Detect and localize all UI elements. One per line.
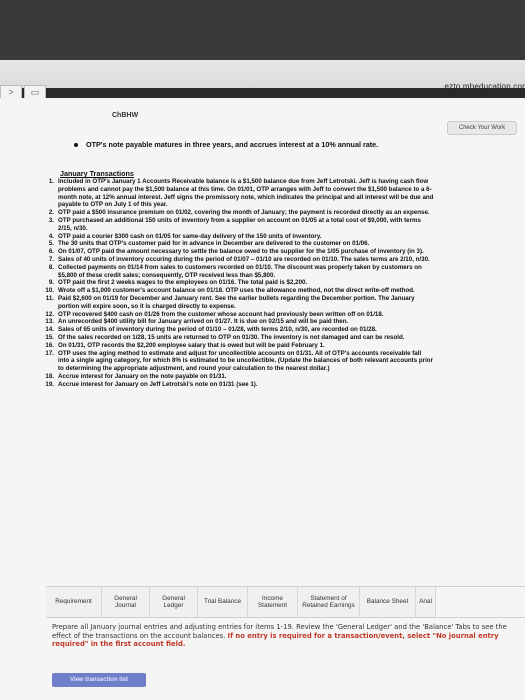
- transaction-text: Of the sales recorded on 1/28, 15 units …: [58, 333, 405, 341]
- transaction-item: 2. OTP paid a $500 insurance premium on 0…: [34, 209, 434, 217]
- transaction-number: 13.: [45, 318, 54, 326]
- note-text: OTP's note payable matures in three year…: [86, 140, 379, 149]
- transaction-number: 9.: [48, 279, 54, 287]
- transaction-number: 2.: [48, 209, 54, 217]
- url-bar[interactable]: ezto.mheducation.cor: [445, 82, 525, 91]
- transaction-item: 12. OTP recovered $400 cash on 01/26 from…: [34, 311, 434, 319]
- transaction-item: 9. OTP paid the first 2 weeks wages to th…: [34, 279, 434, 287]
- tab-income-statement[interactable]: Income Statement: [248, 587, 298, 617]
- transaction-number: 15.: [45, 333, 54, 341]
- transaction-number: 12.: [45, 310, 54, 318]
- tab-bar: Requirement General Journal General Ledger…: [46, 586, 525, 618]
- transaction-number: 6.: [48, 248, 54, 256]
- transaction-text: OTP uses the aging method to estimate an…: [58, 349, 433, 373]
- transaction-item: 18. Accrue interest for January on the no…: [34, 373, 434, 381]
- transaction-text: Sales of 65 units of inventory during th…: [58, 326, 377, 334]
- transaction-number: 14.: [45, 326, 54, 334]
- header-strip: ChBHW Check Your Work: [0, 108, 525, 135]
- transaction-number: 19.: [45, 380, 54, 388]
- note-bullet: OTP's note payable matures in three year…: [74, 140, 378, 149]
- browser-chrome: [0, 0, 525, 88]
- tab-general-journal[interactable]: General Journal: [102, 587, 150, 617]
- transaction-item: 11. Paid $2,600 on 01/19 for December and…: [34, 295, 434, 311]
- active-tab[interactable]: ChBHW: [112, 112, 138, 119]
- transaction-item: 19. Accrue interest for January on Jeff L…: [34, 381, 434, 389]
- transaction-number: 8.: [48, 263, 54, 271]
- tab-statement-of-retained-earnings[interactable]: Statement of Retained Earnings: [298, 587, 360, 617]
- transaction-text: On 01/07, OTP paid the amount necessary …: [58, 248, 424, 256]
- tab-balance-sheet[interactable]: Balance Sheet: [360, 587, 416, 617]
- transaction-text: An unrecorded $400 utility bill for Janu…: [58, 318, 349, 326]
- transaction-item: 4. OTP paid a courier $300 cash on 01/05 …: [34, 233, 434, 241]
- transaction-text: The 30 units that OTP's customer paid fo…: [58, 240, 370, 248]
- transaction-number: 3.: [48, 216, 54, 224]
- transaction-number: 7.: [48, 255, 54, 263]
- check-work-button[interactable]: Check Your Work: [447, 121, 517, 135]
- transaction-number: 1.: [48, 178, 54, 185]
- transaction-item: 1. Included in OTP's January 1 Accounts R…: [34, 178, 434, 209]
- instructions: Prepare all January journal entries and …: [52, 623, 525, 649]
- transaction-text: Accrue interest for January on Jeff Letr…: [58, 380, 258, 388]
- assignment-page: ChBHW Check Your Work OTP's note payable…: [0, 98, 525, 700]
- transaction-item: 3. OTP purchased an additional 150 units …: [34, 217, 434, 233]
- tabs-icon[interactable]: ▭: [24, 85, 46, 99]
- back-icon[interactable]: >: [0, 85, 22, 99]
- transaction-item: 7. Sales of 40 units of inventory occurin…: [34, 256, 434, 264]
- tab-general-ledger[interactable]: General Ledger: [150, 587, 198, 617]
- transaction-item: 5. The 30 units that OTP's customer paid …: [34, 240, 434, 248]
- transaction-item: 6. On 01/07, OTP paid the amount necessar…: [34, 248, 434, 256]
- transaction-text: Sales of 40 units of inventory occuring …: [58, 255, 430, 263]
- transaction-number: 4.: [48, 232, 54, 240]
- transaction-number: 11.: [45, 294, 54, 302]
- transaction-text: OTP paid a $500 insurance premium on 01/…: [58, 209, 430, 217]
- transaction-number: 17.: [45, 349, 54, 357]
- browser-nav: > ▭: [0, 85, 46, 99]
- transaction-number: 10.: [45, 287, 54, 295]
- transactions-list: 1. Included in OTP's January 1 Accounts R…: [34, 178, 434, 389]
- transaction-item: 16. On 01/31, OTP records the $2,200 empl…: [34, 342, 434, 350]
- transaction-number: 5.: [48, 240, 54, 248]
- transaction-item: 10. Wrote off a $1,000 customer's account…: [34, 287, 434, 295]
- transaction-text: Accrue interest for January on the note …: [58, 372, 227, 380]
- transaction-text: OTP paid the first 2 weeks wages to the …: [58, 279, 308, 287]
- transaction-number: 18.: [45, 372, 54, 380]
- transactions-title: January Transactions: [60, 169, 134, 178]
- transaction-text: OTP recovered $400 cash on 01/26 from th…: [58, 310, 384, 318]
- tab-requirement[interactable]: Requirement: [46, 587, 102, 617]
- transaction-text: Wrote off a $1,000 customer's account ba…: [58, 287, 415, 295]
- tab-anal[interactable]: Anal: [416, 587, 436, 617]
- transaction-text: Paid $2,600 on 01/19 for December and Ja…: [58, 294, 415, 310]
- transaction-text: Collected payments on 01/14 from sales t…: [58, 263, 422, 279]
- transaction-item: 15. Of the sales recorded on 1/28, 15 uni…: [34, 334, 434, 342]
- transaction-number: 16.: [45, 341, 54, 349]
- transaction-item: 14. Sales of 65 units of inventory during…: [34, 326, 434, 334]
- transaction-text: OTP paid a courier $300 cash on 01/05 fo…: [58, 232, 322, 240]
- transaction-text: OTP purchased an additional 150 units of…: [58, 216, 421, 232]
- view-transaction-list-button[interactable]: View transaction list: [52, 673, 146, 687]
- transaction-text: Included in OTP's January 1 Accounts Rec…: [58, 178, 434, 209]
- transaction-item: 13. An unrecorded $400 utility bill for J…: [34, 318, 434, 326]
- transaction-item: 8. Collected payments on 01/14 from sales…: [34, 264, 434, 280]
- bullet-icon: [74, 143, 78, 148]
- transaction-text: On 01/31, OTP records the $2,200 employe…: [58, 341, 325, 349]
- transaction-item: 17. OTP uses the aging method to estimate…: [34, 350, 434, 373]
- tab-trial-balance[interactable]: Trial Balance: [198, 587, 248, 617]
